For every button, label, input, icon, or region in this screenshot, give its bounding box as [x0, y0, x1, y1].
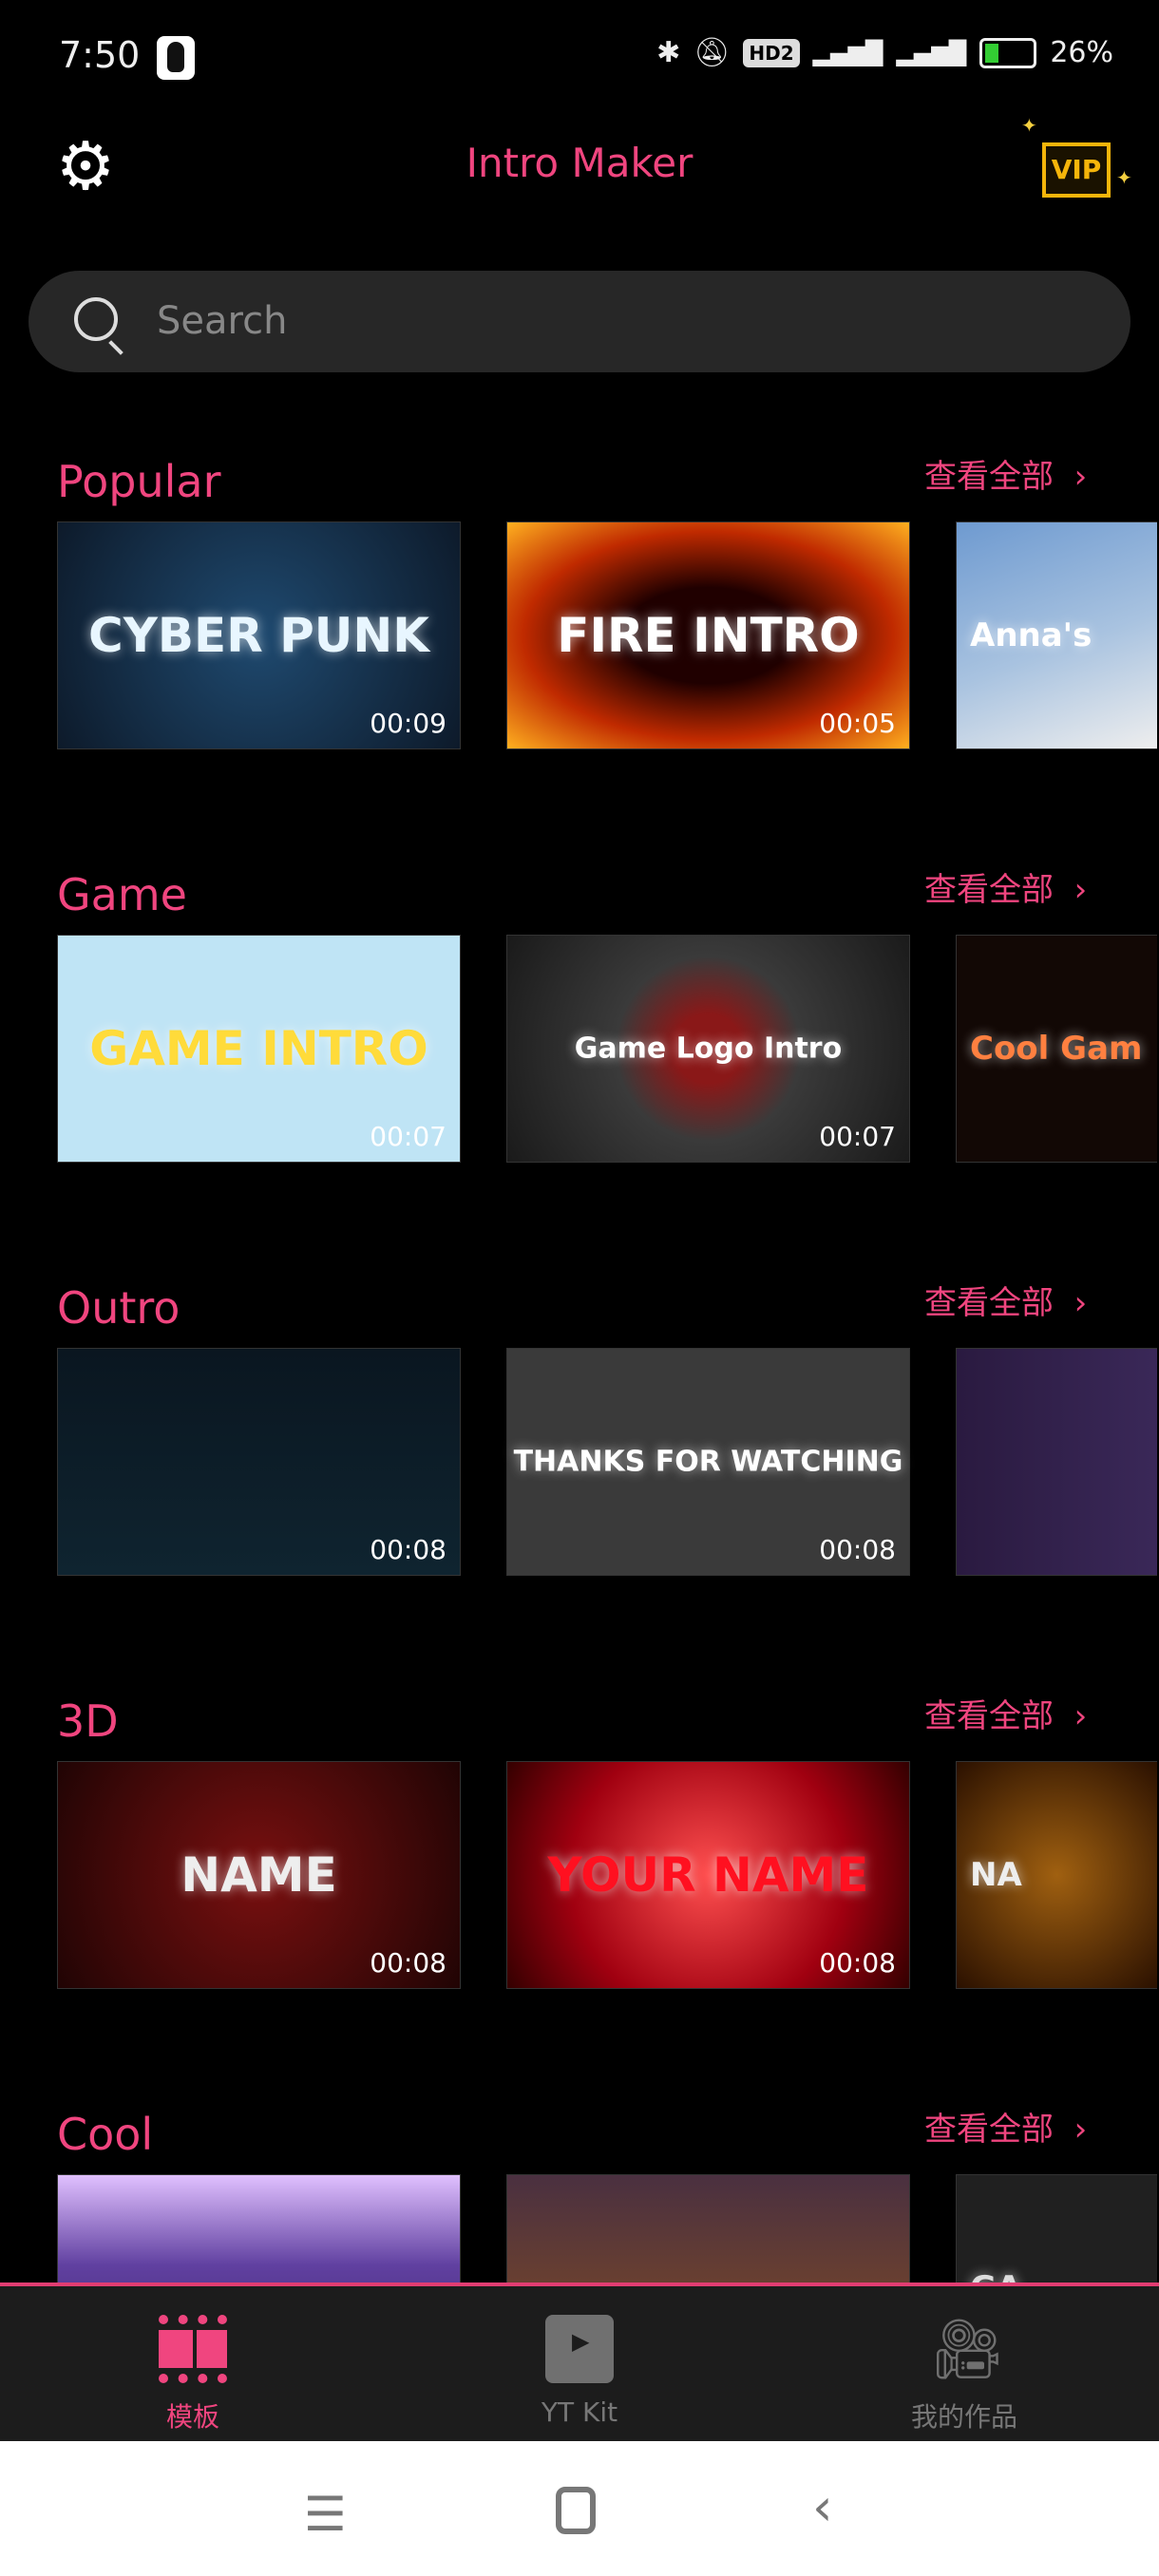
status-time: 7:50 [59, 34, 141, 76]
signal-icon-2: ▂▄▆█ [896, 39, 967, 66]
thumbnail-title: Anna's [970, 616, 1092, 654]
see-all-label: 查看全部 [924, 458, 1054, 496]
section-3d: 3D 查看全部 › NAME 00:08 YOUR NAME 00:08 NA [0, 1669, 1159, 2082]
system-nav-bar: ☰ ‹ [0, 2441, 1159, 2576]
hd-icon: HD2 [743, 38, 800, 67]
section-title: Outro [57, 1282, 180, 1334]
chevron-right-icon: › [1063, 1697, 1088, 1735]
app-title: Intro Maker [466, 140, 694, 186]
chevron-right-icon: › [1063, 458, 1088, 496]
vip-button[interactable]: VIP [1042, 142, 1111, 198]
thumbnail-title: THANKS FOR WATCHING [513, 1445, 903, 1479]
template-thumbnail[interactable]: FIRE INTRO 00:05 [506, 521, 910, 749]
thumbnail-title: Cool Gam [970, 1030, 1143, 1068]
duration-label: 00:09 [370, 708, 446, 739]
section-title: Game [57, 869, 187, 920]
section-title: Popular [57, 456, 221, 507]
bluetooth-icon: ✱ [656, 36, 681, 69]
chevron-right-icon: › [1063, 2111, 1088, 2149]
sparkle-icon: ✦ [1116, 166, 1132, 189]
duration-label: 00:08 [370, 1947, 446, 1979]
thumbnail-title: FIRE INTRO [557, 608, 860, 663]
see-all-label: 查看全部 [924, 2111, 1054, 2149]
battery-icon [979, 37, 1037, 68]
template-thumbnail[interactable]: THANKS FOR WATCHING 00:08 [506, 1348, 910, 1576]
duration-label: 00:08 [370, 1534, 446, 1565]
section-title: Cool [57, 2109, 154, 2160]
thumbnail-title: Game Logo Intro [574, 1032, 843, 1066]
back-icon[interactable]: ‹ [812, 2477, 833, 2537]
section-title: 3D [57, 1695, 119, 1747]
section-popular: Popular 查看全部 › CYBER PUNK 00:09 FIRE INT… [0, 429, 1159, 843]
template-thumbnail[interactable]: Cool Gam [956, 935, 1157, 1163]
battery-percent: 26% [1050, 36, 1113, 69]
home-icon[interactable] [556, 2487, 596, 2534]
status-icons: ✱ 🔕︎ HD2 ▂▄▆█ ▂▄▆█ 26% [656, 36, 1113, 69]
video-card-icon: ▶ [545, 2315, 614, 2383]
qq-notification-icon [157, 36, 195, 80]
see-all-link[interactable]: 查看全部 › [924, 2103, 1087, 2150]
sparkle-icon: ✦ [1021, 114, 1037, 137]
template-row: NAME 00:08 YOUR NAME 00:08 NA [57, 1761, 1159, 1989]
template-thumbnail[interactable]: NAME 00:08 [57, 1761, 461, 1989]
thumbnail-title: CYBER PUNK [88, 608, 429, 663]
section-game: Game 查看全部 › GAME INTRO 00:07 Game Logo I… [0, 843, 1159, 1256]
template-thumbnail[interactable]: GAME INTRO 00:07 [57, 935, 461, 1163]
thumbnail-title: GAME INTRO [89, 1021, 428, 1076]
see-all-link[interactable]: 查看全部 › [924, 863, 1087, 910]
template-row: CYBER PUNK 00:09 FIRE INTRO 00:05 Anna's [57, 521, 1159, 749]
search-icon [74, 297, 118, 341]
mute-icon: 🔕︎ [694, 36, 731, 69]
see-all-label: 查看全部 [924, 871, 1054, 909]
signal-icon: ▂▄▆█ [812, 39, 884, 66]
duration-label: 00:08 [819, 1534, 896, 1565]
duration-label: 00:07 [370, 1121, 446, 1152]
bottom-nav: 模板 ▶ YT Kit 🎥︎ 我的作品 [0, 2282, 1159, 2441]
see-all-link[interactable]: 查看全部 › [924, 1690, 1087, 1736]
thumbnail-title: YOUR NAME [547, 1847, 869, 1903]
template-thumbnail[interactable]: Game Logo Intro 00:07 [506, 935, 910, 1163]
template-row: 00:08 THANKS FOR WATCHING 00:08 [57, 1348, 1159, 1576]
see-all-label: 查看全部 [924, 1284, 1054, 1322]
status-bar: 7:50 ✱ 🔕︎ HD2 ▂▄▆█ ▂▄▆█ 26% [0, 0, 1159, 109]
duration-label: 00:08 [819, 1947, 896, 1979]
nav-label: 模板 [165, 2401, 219, 2433]
nav-tab-my-works[interactable]: 🎥︎ 我的作品 [869, 2315, 1059, 2434]
template-thumbnail[interactable]: 00:08 [57, 1348, 461, 1576]
see-all-link[interactable]: 查看全部 › [924, 1277, 1087, 1323]
film-strip-icon [159, 2315, 227, 2383]
template-row: GAME INTRO 00:07 Game Logo Intro 00:07 C… [57, 935, 1159, 1163]
search-input[interactable] [157, 290, 1012, 352]
duration-label: 00:05 [819, 708, 896, 739]
see-all-label: 查看全部 [924, 1697, 1054, 1735]
nav-label: YT Kit [541, 2396, 618, 2428]
see-all-link[interactable]: 查看全部 › [924, 450, 1087, 497]
template-thumbnail[interactable]: NA [956, 1761, 1157, 1989]
duration-label: 00:07 [819, 1121, 896, 1152]
template-thumbnail[interactable]: Anna's [956, 521, 1157, 749]
chevron-right-icon: › [1063, 1284, 1088, 1322]
nav-tab-templates[interactable]: 模板 [98, 2315, 288, 2434]
search-bar[interactable] [28, 271, 1130, 372]
chevron-right-icon: › [1063, 871, 1088, 909]
template-thumbnail[interactable] [956, 1348, 1157, 1576]
video-camera-icon: 🎥︎ [930, 2314, 1005, 2383]
menu-icon[interactable]: ☰ [304, 2487, 347, 2542]
app-header: ⚙ Intro Maker ✦ VIP ✦ [0, 109, 1159, 223]
nav-tab-yt-kit[interactable]: ▶ YT Kit [484, 2315, 674, 2428]
nav-label: 我的作品 [910, 2401, 1017, 2433]
thumbnail-title: NAME [180, 1847, 337, 1903]
section-outro: Outro 查看全部 › 00:08 THANKS FOR WATCHING 0… [0, 1256, 1159, 1669]
template-thumbnail[interactable]: CYBER PUNK 00:09 [57, 521, 461, 749]
template-thumbnail[interactable]: YOUR NAME 00:08 [506, 1761, 910, 1989]
thumbnail-title: NA [970, 1856, 1022, 1894]
